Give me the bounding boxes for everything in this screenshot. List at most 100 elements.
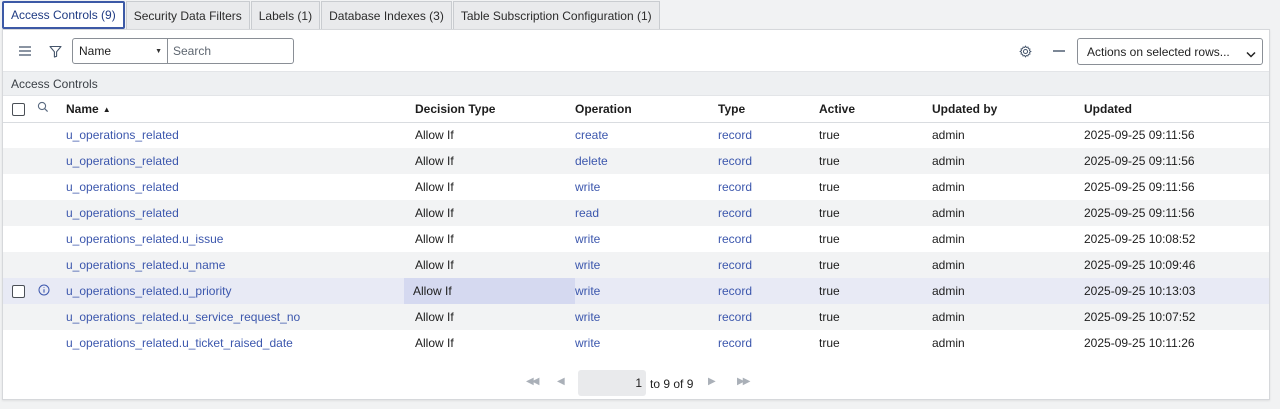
hamburger-menu-icon[interactable] [16,42,34,60]
name-link[interactable]: u_operations_related.u_name [66,258,225,272]
operation-link[interactable]: write [575,258,600,272]
filter-funnel-icon[interactable] [46,42,64,60]
table-row[interactable]: u_operations_related Allow If create record… [3,122,1269,148]
first-page-icon[interactable]: ◀◀ [526,376,539,387]
operation-link[interactable]: write [575,180,600,194]
cell-name: u_operations_related.u_issue [66,226,404,252]
type-link[interactable]: record [718,310,752,324]
cell-active: true [819,200,932,226]
name-link[interactable]: u_operations_related [66,206,179,220]
type-link[interactable]: record [718,154,752,168]
updated-by-text: admin [932,232,965,246]
table-row[interactable]: u_operations_related.u_ticket_raised_dat… [3,330,1269,356]
column-header-type[interactable]: Type [718,96,819,123]
operation-link[interactable]: delete [575,154,608,168]
cell-operation: create [575,122,718,148]
cell-operation: write [575,278,718,304]
active-text: true [819,232,840,246]
cell-updated: 2025-09-25 10:13:03 [1084,278,1269,304]
cell-updated: 2025-09-25 10:07:52 [1084,304,1269,330]
name-link[interactable]: u_operations_related [66,154,179,168]
sort-ascending-icon: ▲ [102,104,111,114]
column-header-decision-type[interactable]: Decision Type [404,96,575,123]
name-link[interactable]: u_operations_related.u_issue [66,232,223,246]
last-page-icon[interactable]: ▶▶ [737,376,750,387]
decision-type-text: Allow If [413,284,452,298]
search-field-select[interactable]: Name ▼ [72,38,168,64]
table-row[interactable]: u_operations_related Allow If write record t… [3,174,1269,200]
type-link[interactable]: record [718,258,752,272]
cell-type: record [718,304,819,330]
select-all-cell [3,96,31,123]
name-link[interactable]: u_operations_related [66,180,179,194]
column-header-operation[interactable]: Operation [575,96,718,123]
row-select-cell [3,174,31,200]
tab-security-data-filters[interactable]: Security Data Filters [125,1,250,29]
cell-updated-by: admin [932,304,1084,330]
type-link[interactable]: record [718,206,752,220]
type-link[interactable]: record [718,336,752,350]
info-icon[interactable] [38,284,50,299]
column-header-updated[interactable]: Updated [1084,96,1269,123]
minus-icon[interactable] [1050,42,1068,60]
name-link[interactable]: u_operations_related.u_service_request_n… [66,310,300,324]
row-checkbox[interactable] [12,285,25,299]
tab-table-subscription-configuration[interactable]: Table Subscription Configuration (1) [452,1,660,29]
decision-type-text: Allow If [415,154,454,168]
search-icon[interactable] [37,102,49,116]
search-input[interactable] [168,38,294,64]
cell-type: record [718,148,819,174]
pagination: ◀◀ ◀ 1 to 9 of 9 ▶ ▶▶ [3,363,1269,401]
cell-updated: 2025-09-25 09:11:56 [1084,148,1269,174]
name-link[interactable]: u_operations_related.u_ticket_raised_dat… [66,336,293,350]
column-header-updated-by[interactable]: Updated by [932,96,1084,123]
updated-text: 2025-09-25 09:11:56 [1084,180,1195,194]
type-link[interactable]: record [718,284,752,298]
operation-link[interactable]: write [575,232,600,246]
cell-active: true [819,252,932,278]
type-link[interactable]: record [718,232,752,246]
row-preview-cell [31,252,66,278]
operation-link[interactable]: write [575,310,600,324]
table-row[interactable]: u_operations_related Allow If read record tr… [3,200,1269,226]
operation-link[interactable]: create [575,128,608,142]
cell-name: u_operations_related [66,174,404,200]
previous-page-icon[interactable]: ◀ [557,376,565,387]
table-row[interactable]: u_operations_related Allow If delete record… [3,148,1269,174]
cell-name: u_operations_related.u_service_request_n… [66,304,404,330]
table-row[interactable]: u_operations_related.u_name Allow If write… [3,252,1269,278]
type-link[interactable]: record [718,128,752,142]
column-header-name[interactable]: Name ▲ [66,96,404,123]
cell-updated: 2025-09-25 10:09:46 [1084,252,1269,278]
active-text: true [819,336,840,350]
operation-link[interactable]: write [575,284,600,298]
operation-link[interactable]: read [575,206,599,220]
table-row[interactable]: u_operations_related.u_service_request_n… [3,304,1269,330]
gear-icon[interactable] [1016,42,1034,60]
page-number-input[interactable]: 1 [578,370,646,396]
updated-by-text: admin [932,180,965,194]
cell-type: record [718,174,819,200]
active-text: true [819,128,840,143]
tab-access-controls[interactable]: Access Controls (9) [2,1,125,29]
table-row[interactable]: u_operations_related.u_priority Allow If w… [3,278,1269,304]
decision-type-text: Allow If [415,128,454,143]
actions-on-selected-rows-select[interactable]: Actions on selected rows... [1077,38,1263,65]
type-link[interactable]: record [718,180,752,194]
tab-database-indexes[interactable]: Database Indexes (3) [321,1,452,29]
row-preview-cell [31,304,66,330]
select-all-checkbox[interactable] [12,102,25,116]
tab-labels[interactable]: Labels (1) [250,1,321,29]
column-header-active[interactable]: Active [819,96,932,123]
cell-name: u_operations_related [66,122,404,148]
next-page-icon[interactable]: ▶ [708,376,716,387]
row-preview-cell [31,330,66,356]
row-preview-cell [31,148,66,174]
name-link[interactable]: u_operations_related [66,128,179,142]
related-list-panel: Name ▼ Actions on selected rows... Acces… [2,29,1270,400]
table-row[interactable]: u_operations_related.u_issue Allow If writ… [3,226,1269,252]
operation-link[interactable]: write [575,336,600,350]
name-link[interactable]: u_operations_related.u_priority [66,284,231,298]
cell-updated-by: admin [932,174,1084,200]
cell-active: true [819,174,932,200]
